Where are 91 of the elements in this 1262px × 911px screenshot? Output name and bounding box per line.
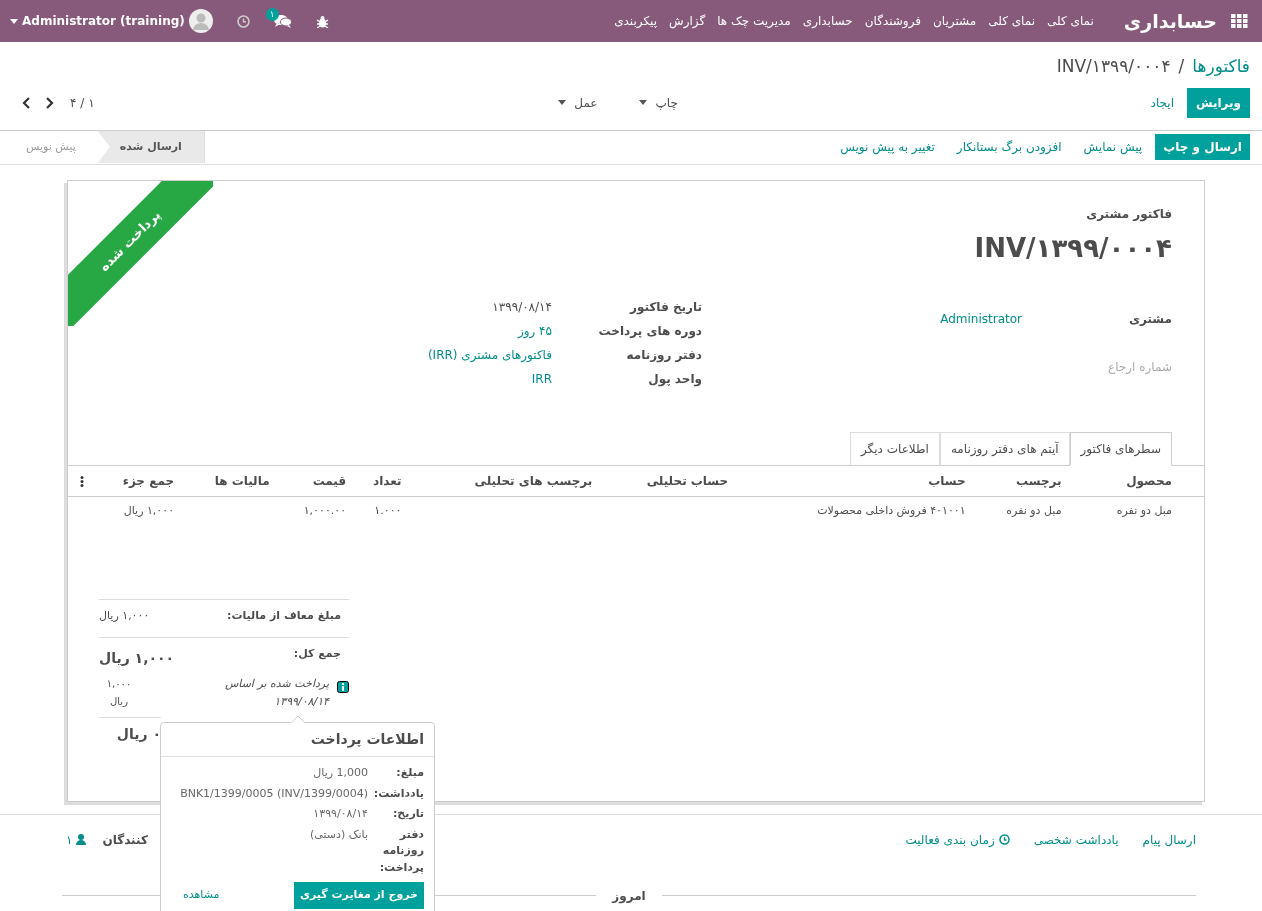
info-label: یادداشت:	[374, 785, 424, 802]
breadcrumb-current: INV/۱۳۹۹/۰۰۰۴	[1056, 55, 1171, 78]
dropdown-button[interactable]: عمل	[549, 87, 607, 118]
info-label: مبلغ:	[395, 765, 424, 781]
clock-icon	[998, 834, 1010, 845]
message-count-badge: ۱	[265, 8, 279, 21]
column-header[interactable]: تعداد	[350, 465, 406, 496]
create-button[interactable]: ایجاد	[1141, 87, 1183, 118]
info-label: تاریخ:	[391, 806, 424, 822]
payment-line-text: پرداخت شده بر اساس ۱۳۹۹/۰۸/۱۴	[223, 675, 329, 710]
action-button[interactable]: تغییر به پیش نویس	[831, 132, 944, 162]
caret-icon	[639, 100, 648, 105]
menu-item[interactable]: نمای کلی	[982, 12, 1042, 30]
action-button[interactable]: پیش نمایش	[1074, 132, 1152, 162]
action-button[interactable]: افزودن برگ بستانکار	[947, 132, 1071, 162]
field-link[interactable]: IRR	[352, 369, 552, 388]
caret-icon	[558, 100, 567, 105]
column-header[interactable]: مالیات ها	[178, 465, 274, 496]
field-label: دوره های پرداخت	[597, 322, 702, 340]
table-cell: ۴۰۱۰۰۱ فروش داخلی محصولات	[817, 503, 966, 517]
breadcrumb-link[interactable]: فاکتورها	[1192, 54, 1250, 80]
table-cell: مبل دو نفره	[1006, 503, 1062, 517]
chevron-right-icon[interactable]	[46, 96, 54, 109]
menu-item[interactable]: فروشندگان	[858, 12, 927, 30]
apps-menu-icon[interactable]	[1231, 14, 1248, 28]
edit-button[interactable]: ویرایش	[1187, 87, 1250, 118]
table-cell: ۱,۰۰۰ ریال	[123, 503, 175, 517]
field-label: مشتری	[1128, 310, 1172, 328]
table-cell: ۱.۰۰۰	[374, 503, 402, 517]
total-label: جمع کل:	[293, 645, 341, 662]
date-divider: امروز	[610, 887, 647, 905]
field-label: تاریخ فاکتور	[628, 298, 702, 316]
kebab-icon[interactable]	[80, 475, 84, 487]
followers-button[interactable]: ۱	[66, 830, 87, 849]
send-print-button[interactable]: ارسال و چاپ	[1155, 134, 1250, 160]
column-header[interactable]: حساب	[732, 465, 970, 496]
menu-item[interactable]: گزارش	[663, 12, 712, 30]
form-tab[interactable]: اطلاعات دیگر	[850, 431, 940, 466]
menu-item[interactable]: حسابداری	[796, 12, 859, 30]
info-value: BNK1/1399/0005 (INV/1399/0004)	[179, 785, 369, 802]
menu-item[interactable]: نمای کلی	[1041, 12, 1100, 30]
field-label: واحد پول	[647, 370, 702, 388]
invoice-number: INV/۱۳۹۹/۰۰۰۴	[974, 231, 1172, 265]
form-tab[interactable]: آیتم های دفتر روزنامه	[939, 431, 1070, 466]
info-value: ۱۳۹۹/۰۸/۱۴	[312, 806, 369, 822]
dropdown-button[interactable]: چاپ	[630, 87, 687, 118]
total-value: ۱,۰۰۰ ریال	[99, 608, 150, 624]
chatter-action-link[interactable]: یادداشت شخصی	[1033, 830, 1119, 849]
info-label: دفتر روزنامه پرداخت:	[378, 826, 424, 876]
form-tab[interactable]: سطرهای فاکتور	[1069, 431, 1172, 466]
column-header[interactable]: جمع جزء	[88, 465, 179, 496]
menu-item[interactable]: پیکربندی	[608, 12, 664, 30]
popover-title: اطلاعات پرداخت	[161, 723, 434, 757]
paid-ribbon: پرداخت شده	[68, 180, 213, 326]
caret-icon[interactable]	[10, 18, 18, 24]
field-label: دفتر روزنامه	[625, 346, 702, 364]
residual-amount: ۰ ریال	[116, 725, 161, 742]
field-link[interactable]: فاکتورهای مشتری (IRR)	[352, 345, 552, 364]
column-header[interactable]: برچسب های تحلیلی	[405, 465, 597, 496]
column-header[interactable]: حساب تحلیلی	[596, 465, 733, 496]
unreconcile-button[interactable]: خروج از مغایرت گیری	[293, 882, 424, 909]
avatar-icon	[188, 9, 213, 33]
app-title: حسابداری	[1122, 8, 1218, 35]
menu-item[interactable]: مدیریت چک ها	[711, 12, 797, 30]
breadcrumb-separator: /	[1178, 55, 1185, 78]
column-header[interactable]: برچسب	[969, 465, 1066, 496]
field-link[interactable]: ۴۵ روز	[352, 321, 552, 340]
column-header[interactable]: محصول	[1065, 465, 1204, 496]
info-value: 1,000 ریال	[312, 765, 369, 781]
total-value: ۱,۰۰۰ ریال	[99, 648, 175, 668]
field-label: شماره ارجاع	[1107, 358, 1172, 376]
field-value: ۱۳۹۹/۰۸/۱۴	[491, 298, 552, 316]
pager-counter: ۱ / ۴	[70, 94, 95, 112]
bug-icon[interactable]	[315, 14, 329, 28]
info-value: بانک (دستی)	[309, 826, 369, 843]
chevron-left-icon[interactable]	[22, 96, 30, 109]
followers-label: کنندگان	[102, 831, 148, 849]
status-stage[interactable]: ارسال شده	[97, 131, 204, 163]
table-cell: ۱,۰۰۰.۰۰	[303, 503, 347, 517]
user-icon	[76, 834, 87, 845]
clock-icon[interactable]	[236, 14, 250, 28]
column-header[interactable]: قیمت	[273, 465, 351, 496]
payment-amount: ۱,۰۰۰ ریال	[105, 676, 133, 709]
table-cell: مبل دو نفره	[1116, 503, 1172, 517]
total-label: مبلغ معاف از مالیات:	[227, 608, 341, 624]
menu-item[interactable]: مشتریان	[927, 12, 983, 30]
info-icon[interactable]	[337, 680, 349, 693]
user-name[interactable]: Administrator (training)	[22, 12, 185, 30]
chatter-action-link[interactable]: زمان بندی فعالیت	[905, 830, 1010, 849]
open-link[interactable]: مشاهده	[183, 887, 220, 904]
chatter-action-link[interactable]: ارسال پیام	[1142, 830, 1196, 849]
